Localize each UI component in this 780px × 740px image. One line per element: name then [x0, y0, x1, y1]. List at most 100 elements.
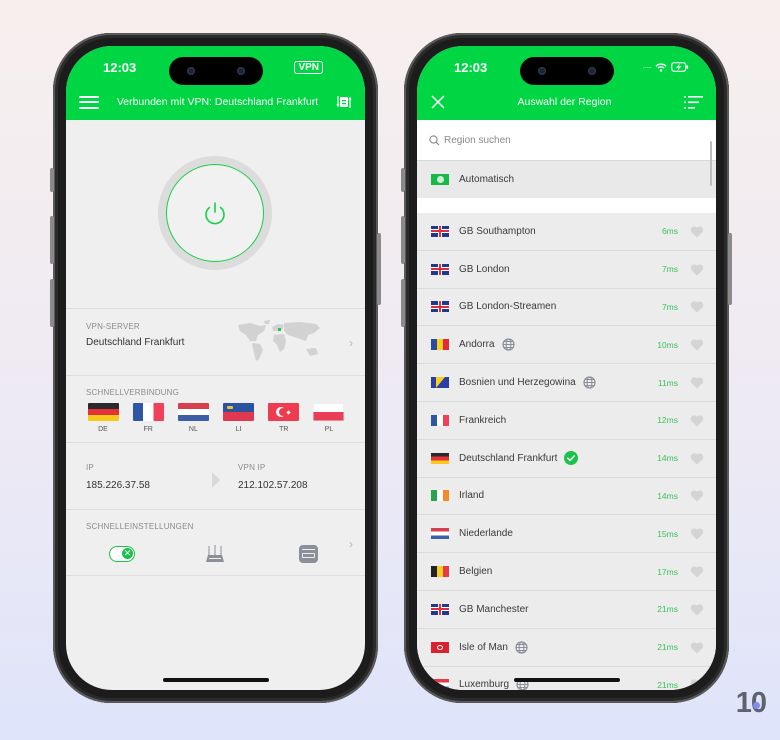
phone-main-screen: 12:03 VPN Verbunden mit VPN: Deutschland…	[50, 33, 381, 703]
latency-value: 14ms	[657, 453, 678, 464]
hamburger-icon[interactable]	[79, 95, 99, 109]
favorite-heart-icon[interactable]	[690, 489, 704, 502]
flag-ad-icon	[431, 339, 449, 351]
region-name: GB Southampton	[459, 225, 536, 237]
scrollbar[interactable]	[710, 141, 712, 186]
region-row[interactable]: Belgien 17ms	[417, 553, 716, 591]
quick-settings-section: SCHNELLEINSTELLUNGEN ✕ ›	[66, 509, 365, 576]
vpn-server-section[interactable]: VPN-SERVER Deutschland Frankfurt ›	[66, 308, 365, 375]
quick-connect-label: SCHNELLVERBINDUNG	[86, 388, 180, 397]
region-row[interactable]: Irland 14ms	[417, 477, 716, 516]
flag-be-icon	[431, 566, 449, 578]
favorite-heart-icon[interactable]	[690, 263, 704, 276]
quick-connect-li[interactable]: LI	[223, 403, 255, 433]
quick-settings-label: SCHNELLEINSTELLUNGEN	[86, 522, 194, 531]
latency-value: 21ms	[657, 604, 678, 615]
region-name: Isle of Man	[459, 641, 508, 653]
flag-code: DE	[98, 426, 108, 433]
flag-pl-icon	[313, 403, 345, 421]
region-name: GB London-Streamen	[459, 301, 557, 313]
region-name: Deutschland Frankfurt	[459, 452, 558, 464]
latency-value: 6ms	[661, 226, 678, 237]
logo-dot	[753, 702, 760, 709]
flag-code: PL	[324, 426, 334, 433]
flag-de-icon	[87, 403, 119, 421]
flag-nl-icon	[177, 403, 209, 421]
battery-charging-icon	[671, 62, 689, 72]
home-indicator	[513, 678, 620, 682]
region-search-input[interactable]: Region suchen	[417, 120, 716, 161]
favorite-heart-icon[interactable]	[690, 603, 704, 616]
ip-section: IP 185.226.37.58 VPN IP 212.102.57.208	[66, 442, 365, 509]
region-row[interactable]: Deutschland Frankfurt 14ms	[417, 439, 716, 478]
screen: 12:03 VPN Verbunden mit VPN: Deutschland…	[66, 46, 365, 690]
connection-title: Verbunden mit VPN: Deutschland Frankfurt	[116, 96, 319, 108]
latency-value: 21ms	[657, 679, 678, 690]
close-icon[interactable]	[431, 95, 445, 109]
region-automatic[interactable]: Automatisch	[417, 161, 716, 198]
server-switch-icon[interactable]	[336, 94, 352, 110]
favorite-heart-icon[interactable]	[690, 300, 704, 313]
favorite-heart-icon[interactable]	[690, 452, 704, 465]
watermark-text: 10	[735, 687, 767, 719]
region-row[interactable]: Niederlande 15ms	[417, 515, 716, 554]
kill-switch-icon: ✕	[122, 548, 133, 559]
arrow-right-icon	[212, 472, 220, 488]
flag-li-icon	[223, 403, 255, 421]
latency-value: 11ms	[657, 377, 678, 388]
dynamic-island	[519, 57, 614, 85]
region-row[interactable]: GB Southampton 6ms	[417, 213, 716, 251]
region-name: Luxemburg	[459, 679, 510, 690]
favorite-heart-icon[interactable]	[690, 225, 704, 238]
favorite-heart-icon[interactable]	[690, 641, 704, 654]
globe-icon	[515, 641, 528, 654]
search-icon	[429, 134, 440, 145]
flag-ba-icon	[431, 377, 449, 389]
power-button[interactable]	[158, 156, 272, 270]
region-row[interactable]: GB Manchester 21ms	[417, 590, 716, 629]
favorite-heart-icon[interactable]	[690, 376, 704, 389]
vpn-ip-label: VPN IP	[238, 463, 266, 472]
wifi-icon	[655, 62, 667, 72]
favorite-heart-icon[interactable]	[690, 678, 704, 690]
router-icon[interactable]	[204, 544, 226, 564]
screen: 12:03 ····· Auswahl der Region Region su…	[417, 46, 716, 690]
list-spacer	[417, 198, 716, 213]
mute-switch	[401, 168, 405, 192]
status-time: 12:03	[103, 60, 137, 75]
quick-connect-tr[interactable]: TR	[268, 403, 300, 433]
region-row[interactable]: GB London 7ms	[417, 250, 716, 289]
latency-value: 17ms	[657, 566, 678, 577]
volume-down-button	[401, 279, 405, 327]
mute-switch	[50, 168, 54, 192]
sort-icon[interactable]	[684, 95, 703, 109]
power-side-button	[377, 233, 381, 305]
region-row[interactable]: GB London-Streamen 7ms	[417, 288, 716, 327]
flag-code: FR	[143, 426, 153, 433]
kill-switch-toggle[interactable]: ✕	[109, 546, 135, 562]
favorite-heart-icon[interactable]	[690, 414, 704, 427]
chevron-right-icon[interactable]: ›	[349, 537, 353, 551]
vpn-server-label: VPN-SERVER	[86, 322, 140, 331]
region-name: Irland	[459, 490, 485, 502]
flag-gb-icon	[431, 603, 449, 615]
region-row[interactable]: Bosnien und Herzegowina 11ms	[417, 364, 716, 402]
region-row[interactable]: Andorra 10ms	[417, 326, 716, 365]
quick-connect-section: SCHNELLVERBINDUNG DE FR NL LI TR PL	[66, 375, 365, 442]
phone-region-screen: 12:03 ····· Auswahl der Region Region su…	[401, 33, 732, 703]
region-row[interactable]: Frankreich 12ms	[417, 401, 716, 440]
region-row[interactable]: Isle of Man 21ms	[417, 628, 716, 667]
dynamic-island	[168, 57, 263, 85]
watermark-logo: 10	[735, 687, 767, 720]
ad-block-icon[interactable]	[299, 545, 318, 563]
globe-icon	[583, 376, 596, 389]
favorite-heart-icon[interactable]	[690, 338, 704, 351]
quick-connect-de[interactable]: DE	[87, 403, 119, 433]
signal-dots-icon: ·····	[642, 62, 652, 72]
quick-connect-pl[interactable]: PL	[313, 403, 345, 433]
quick-connect-fr[interactable]: FR	[132, 403, 164, 433]
quick-connect-nl[interactable]: NL	[177, 403, 209, 433]
favorite-heart-icon[interactable]	[690, 565, 704, 578]
flag-fr-icon	[431, 414, 449, 426]
favorite-heart-icon[interactable]	[690, 527, 704, 540]
